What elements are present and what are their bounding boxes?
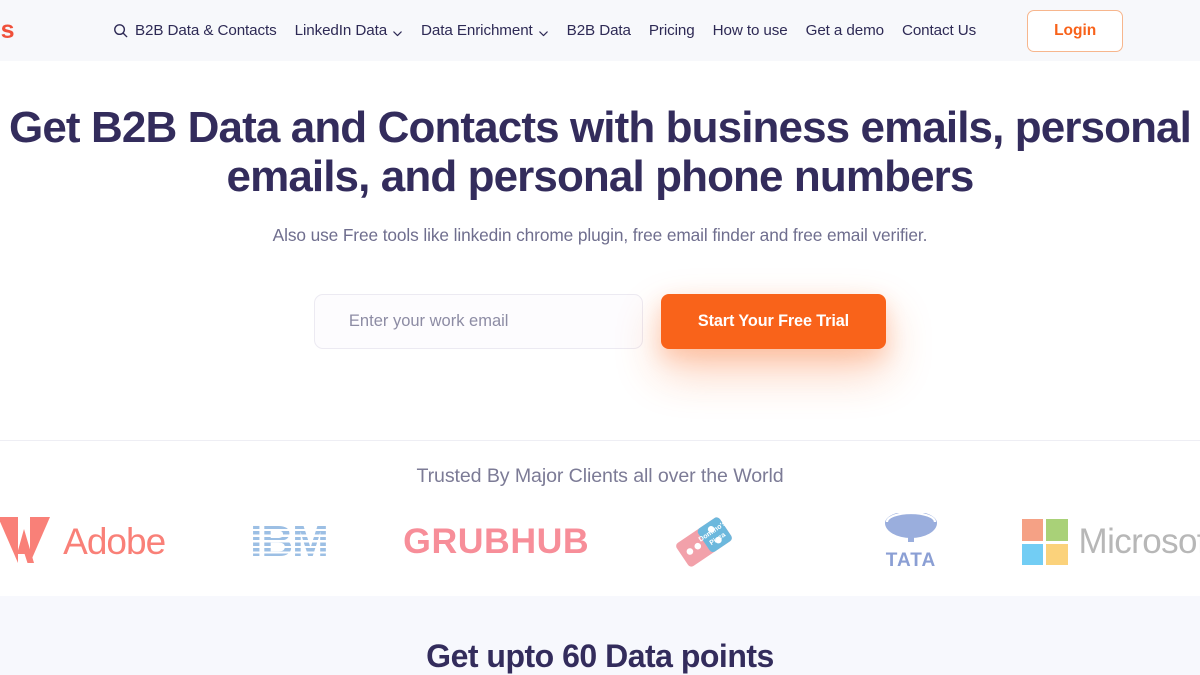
client-logo-grubhub: GRUBHUB xyxy=(393,506,600,578)
main-navbar: s B2B Data & Contacts LinkedIn Data Data… xyxy=(0,0,1200,61)
hero-section: Get B2B Data and Contacts with business … xyxy=(0,61,1200,440)
microsoft-wordmark: Microsoft xyxy=(1078,522,1200,561)
hero-subtitle: Also use Free tools like linkedin chrome… xyxy=(272,224,928,245)
nav-item-label: How to use xyxy=(712,22,788,39)
signup-form: Start Your Free Trial xyxy=(0,293,1200,349)
grubhub-wordmark: GRUBHUB xyxy=(403,522,590,561)
nav-item-b2b-data[interactable]: B2B Data xyxy=(558,16,640,45)
nav-item-data-enrichment[interactable]: Data Enrichment xyxy=(412,16,558,45)
client-logo-dominos: Domino's Pizza xyxy=(600,506,807,578)
landing-page: s B2B Data & Contacts LinkedIn Data Data… xyxy=(0,0,1200,675)
tata-icon xyxy=(883,510,939,548)
nav-item-b2b-data-and-contacts[interactable]: B2B Data & Contacts xyxy=(104,16,286,45)
nav-item-label: B2B Data & Contacts xyxy=(135,22,277,39)
nav-item-get-a-demo[interactable]: Get a demo xyxy=(797,16,893,45)
site-logo[interactable]: s xyxy=(0,16,16,45)
trusted-clients-title: Trusted By Major Clients all over the Wo… xyxy=(416,465,784,487)
chevron-down-icon xyxy=(392,26,403,37)
client-logo-row: Adobe IBM GRUBHUB Domino's Pizza TATA Mi… xyxy=(0,506,1200,578)
trusted-clients-section: Trusted By Major Clients all over the Wo… xyxy=(0,441,1200,596)
nav-item-label: Contact Us xyxy=(901,22,977,39)
ibm-wordmark: IBM xyxy=(250,517,329,566)
search-icon xyxy=(113,23,128,38)
nav-links: B2B Data & Contacts LinkedIn Data Data E… xyxy=(104,9,1124,52)
nav-item-label: LinkedIn Data xyxy=(294,22,388,39)
client-logo-microsoft: Microsoft xyxy=(1015,506,1200,578)
nav-item-label: Data Enrichment xyxy=(421,22,533,39)
data-points-title: Get upto 60 Data points xyxy=(426,638,774,674)
hero-title-line-1: Get B2B Data and Contacts with business … xyxy=(9,103,1192,152)
login-button[interactable]: Login xyxy=(1027,9,1124,52)
work-email-input[interactable] xyxy=(313,293,643,349)
adobe-wordmark: Adobe xyxy=(63,521,166,562)
nav-item-pricing[interactable]: Pricing xyxy=(640,16,704,45)
client-logo-tata: TATA xyxy=(807,506,1014,578)
nav-item-label: B2B Data xyxy=(566,22,631,39)
nav-item-label: Pricing xyxy=(648,22,695,39)
microsoft-icon xyxy=(1021,519,1068,565)
adobe-icon xyxy=(0,516,51,568)
chevron-down-icon xyxy=(538,26,549,37)
start-free-trial-button[interactable]: Start Your Free Trial xyxy=(660,293,887,349)
nav-item-linkedin-data[interactable]: LinkedIn Data xyxy=(286,16,412,45)
page-title: Get B2B Data and Contacts with business … xyxy=(0,103,1200,202)
tata-wordmark: TATA xyxy=(885,549,937,571)
nav-item-how-to-use[interactable]: How to use xyxy=(704,16,797,45)
hero-title-line-2: emails, and personal phone numbers xyxy=(226,152,975,202)
dominos-icon: Domino's Pizza xyxy=(673,511,735,573)
client-logo-adobe: Adobe xyxy=(0,506,185,578)
data-points-section: Get upto 60 Data points xyxy=(0,596,1200,675)
nav-item-label: Get a demo xyxy=(805,22,884,39)
client-logo-ibm: IBM xyxy=(185,506,392,578)
nav-item-contact-us[interactable]: Contact Us xyxy=(893,16,985,45)
